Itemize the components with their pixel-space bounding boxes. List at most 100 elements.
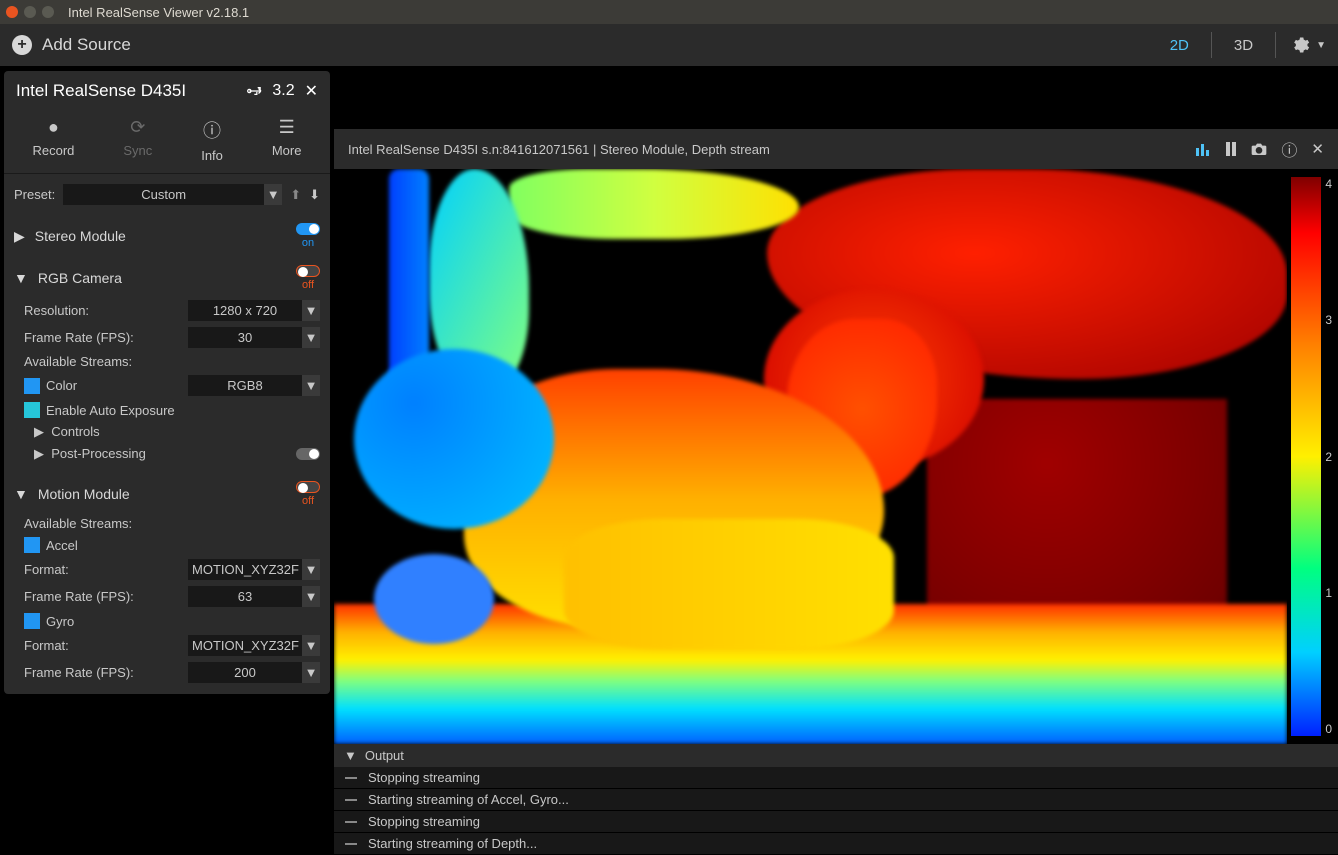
info-button[interactable]: ⓘ Info	[201, 117, 223, 163]
available-streams-label: Available Streams:	[24, 354, 132, 369]
content-area: Intel RealSense D435I s.n:841612071561 |…	[334, 67, 1338, 855]
divider	[1275, 32, 1276, 58]
format-label: Format:	[24, 562, 188, 577]
depth-view[interactable]: 4 3 2 1 0	[334, 169, 1338, 744]
caret-right-icon: ▶	[14, 228, 25, 245]
stereo-module: ▶ Stereo Module on	[4, 215, 330, 257]
dash-icon	[345, 777, 357, 779]
dash-icon	[345, 799, 357, 801]
add-source-button[interactable]: + Add Source	[12, 35, 131, 55]
rgb-toggle[interactable]	[296, 265, 320, 277]
window-titlebar: Intel RealSense Viewer v2.18.1	[0, 0, 1338, 24]
chevron-down-icon: ▼	[302, 662, 320, 683]
postproc-toggle[interactable]	[296, 448, 320, 460]
chevron-down-icon: ▼	[302, 586, 320, 607]
hamburger-icon: ☰	[279, 117, 295, 138]
divider	[1211, 32, 1212, 58]
stereo-toggle[interactable]	[296, 223, 320, 235]
info-icon: ⓘ	[203, 117, 221, 143]
log-row: Starting streaming of Depth...	[334, 833, 1338, 855]
caret-right-icon: ▶	[34, 446, 44, 461]
chevron-down-icon: ▼	[302, 635, 320, 656]
accel-fps-select[interactable]: 63 ▼	[188, 586, 320, 607]
stereo-module-header[interactable]: ▶ Stereo Module on	[14, 223, 320, 249]
usb-version: 3.2	[246, 82, 294, 100]
info-icon[interactable]: ⓘ	[1281, 137, 1297, 161]
add-source-label: Add Source	[42, 35, 131, 55]
sync-button[interactable]: ⟳ Sync	[123, 117, 152, 163]
dash-icon	[345, 843, 357, 845]
gyro-format-select[interactable]: MOTION_XYZ32F ▼	[188, 635, 320, 656]
dash-icon	[345, 821, 357, 823]
device-panel: Intel RealSense D435I 3.2 ✕ ● Record ⟳ S…	[4, 71, 330, 694]
top-toolbar: + Add Source 2D 3D ▼	[0, 24, 1338, 67]
log-row: Stopping streaming	[334, 767, 1338, 789]
close-device-icon[interactable]: ✕	[305, 81, 318, 101]
chevron-down-icon: ▼	[264, 184, 282, 205]
colorbar: 4 3 2 1 0	[1287, 169, 1338, 744]
chevron-down-icon: ▼	[302, 559, 320, 580]
upload-icon[interactable]: ⬆	[290, 187, 301, 203]
plus-circle-icon: +	[12, 35, 32, 55]
view-2d-button[interactable]: 2D	[1162, 33, 1197, 58]
rgb-module-header[interactable]: ▼ RGB Camera off	[14, 265, 320, 291]
motion-toggle[interactable]	[296, 481, 320, 493]
sidebar: Intel RealSense D435I 3.2 ✕ ● Record ⟳ S…	[0, 67, 334, 855]
close-icon[interactable]: ✕	[1311, 140, 1324, 158]
window-close-icon[interactable]	[6, 6, 18, 18]
accel-fps-label: Frame Rate (FPS):	[24, 589, 188, 604]
sync-icon: ⟳	[130, 117, 145, 138]
gyro-fps-label: Frame Rate (FPS):	[24, 665, 188, 680]
view-3d-button[interactable]: 3D	[1226, 33, 1261, 58]
preset-row: Preset: Custom ▼ ⬆ ⬇	[4, 174, 330, 215]
format-label: Format:	[24, 638, 188, 653]
caret-down-icon: ▼	[344, 748, 357, 763]
preset-label: Preset:	[14, 187, 55, 202]
resolution-label: Resolution:	[24, 303, 188, 318]
gyro-fps-select[interactable]: 200 ▼	[188, 662, 320, 683]
auto-exposure-checkbox[interactable]	[24, 402, 40, 418]
window-title: Intel RealSense Viewer v2.18.1	[68, 5, 249, 20]
resolution-select[interactable]: 1280 x 720 ▼	[188, 300, 320, 321]
rgb-module: ▼ RGB Camera off Resolution: 1280 x 720 …	[4, 257, 330, 473]
accel-checkbox[interactable]	[24, 537, 40, 553]
usb-icon	[246, 84, 266, 98]
fps-select[interactable]: 30 ▼	[188, 327, 320, 348]
gyro-checkbox[interactable]	[24, 613, 40, 629]
window-minimize-icon[interactable]	[24, 6, 36, 18]
output-header[interactable]: ▼ Output	[334, 744, 1338, 767]
histogram-icon[interactable]	[1195, 142, 1211, 156]
record-button[interactable]: ● Record	[32, 117, 74, 163]
download-icon[interactable]: ⬇	[309, 187, 320, 203]
device-header: Intel RealSense D435I 3.2 ✕	[4, 71, 330, 111]
view-toggle: 2D 3D ▼	[1162, 32, 1326, 58]
fps-label: Frame Rate (FPS):	[24, 330, 188, 345]
color-format-select[interactable]: RGB8 ▼	[188, 375, 320, 396]
camera-icon[interactable]	[1251, 142, 1267, 156]
preset-select[interactable]: Custom ▼	[63, 184, 282, 205]
accel-format-select[interactable]: MOTION_XYZ32F ▼	[188, 559, 320, 580]
gear-icon[interactable]	[1290, 35, 1310, 55]
postproc-section[interactable]: ▶ Post-Processing	[24, 443, 320, 465]
device-name: Intel RealSense D435I	[16, 81, 186, 101]
available-streams-label: Available Streams:	[24, 516, 132, 531]
more-button[interactable]: ☰ More	[272, 117, 302, 163]
record-icon: ●	[48, 117, 59, 138]
output-panel: ▼ Output Stopping streaming Starting str…	[334, 744, 1338, 855]
chevron-down-icon: ▼	[302, 327, 320, 348]
device-toolbar: ● Record ⟳ Sync ⓘ Info ☰ More	[4, 111, 330, 174]
chevron-down-icon: ▼	[302, 375, 320, 396]
controls-section[interactable]: ▶ Controls	[24, 421, 320, 443]
log-row: Stopping streaming	[334, 811, 1338, 833]
caret-down-icon: ▼	[14, 270, 28, 286]
chevron-down-icon[interactable]: ▼	[1316, 40, 1326, 51]
color-checkbox[interactable]	[24, 378, 40, 394]
motion-module-header[interactable]: ▼ Motion Module off	[14, 481, 320, 507]
caret-down-icon: ▼	[14, 486, 28, 502]
window-maximize-icon[interactable]	[42, 6, 54, 18]
chevron-down-icon: ▼	[302, 300, 320, 321]
depth-image	[334, 169, 1287, 744]
motion-module: ▼ Motion Module off Available Streams: A…	[4, 473, 330, 694]
stream-header: Intel RealSense D435I s.n:841612071561 |…	[334, 129, 1338, 169]
pause-icon[interactable]	[1225, 142, 1237, 156]
